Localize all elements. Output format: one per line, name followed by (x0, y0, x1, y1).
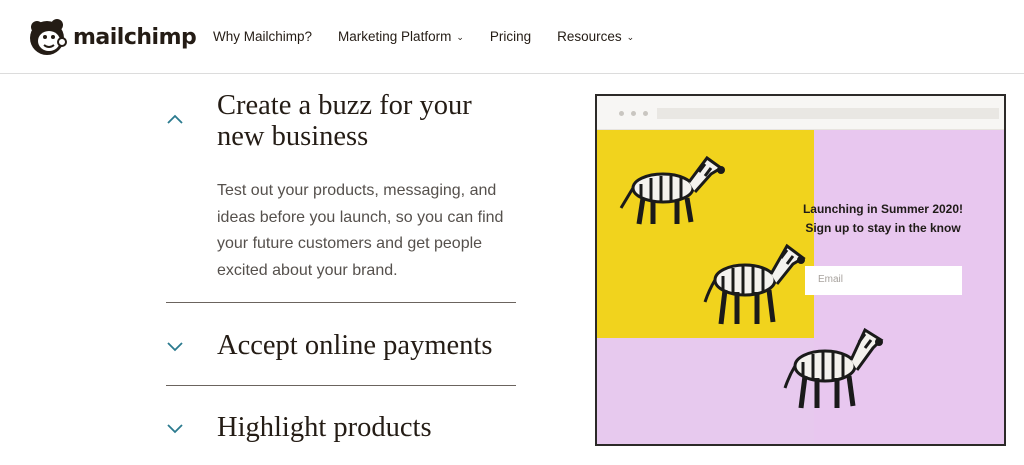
zebra-figure-icon (619, 155, 725, 225)
nav-label: Pricing (489, 29, 532, 44)
nav-marketing-platform[interactable]: Marketing Platform ⌄ (338, 29, 464, 44)
chevron-down-icon (167, 342, 183, 352)
mailchimp-logo[interactable]: mailchimp (26, 14, 197, 60)
accordion-item-highlight-products[interactable]: Highlight products (166, 411, 516, 451)
browser-dot (631, 111, 636, 116)
accordion-body-text: Test out your products, messaging, and i… (217, 182, 504, 279)
nav-label: Why Mailchimp? (213, 29, 313, 44)
nav-why-mailchimp[interactable]: Why Mailchimp? (213, 29, 312, 44)
landing-page-preview-image: Launching in Summer 2020! Sign up to sta… (595, 94, 1006, 446)
main-nav: Why Mailchimp? Marketing Platform ⌄ Pric… (213, 29, 660, 44)
chevron-up-icon (167, 114, 183, 124)
chevron-down-icon: ⌄ (456, 32, 464, 42)
zebra-figure-icon (783, 327, 884, 409)
logo-text: mailchimp (73, 24, 197, 50)
accordion-title: Accept online payments (217, 330, 493, 361)
site-header: mailchimp Why Mailchimp? Marketing Platf… (0, 0, 1024, 74)
launch-line-1: Launching in Summer 2020! (802, 202, 964, 216)
accordion-title: Create a buzz for your new business (217, 90, 472, 152)
accordion-item-online-payments[interactable]: Accept online payments (166, 329, 516, 369)
nav-pricing[interactable]: Pricing (490, 29, 531, 44)
launch-announcement: Launching in Summer 2020! Sign up to sta… (783, 200, 983, 238)
nav-label: Resources (557, 29, 622, 44)
browser-dot (643, 111, 648, 116)
email-placeholder: Email (818, 274, 844, 285)
nav-label: Marketing Platform (338, 29, 452, 44)
browser-url-bar (657, 108, 999, 119)
chevron-down-icon (167, 424, 183, 434)
nav-resources[interactable]: Resources ⌄ (557, 29, 634, 44)
email-field: Email (805, 266, 962, 295)
zebra-figure-icon (703, 243, 806, 325)
browser-dot (619, 111, 624, 116)
chevron-down-icon: ⌄ (626, 32, 635, 42)
divider (166, 302, 516, 303)
freddie-logo-icon (30, 19, 67, 55)
accordion-title: Highlight products (217, 412, 432, 443)
browser-bar (597, 96, 1004, 130)
divider (166, 385, 516, 386)
launch-line-2: Sign up to stay in the know (805, 221, 961, 235)
